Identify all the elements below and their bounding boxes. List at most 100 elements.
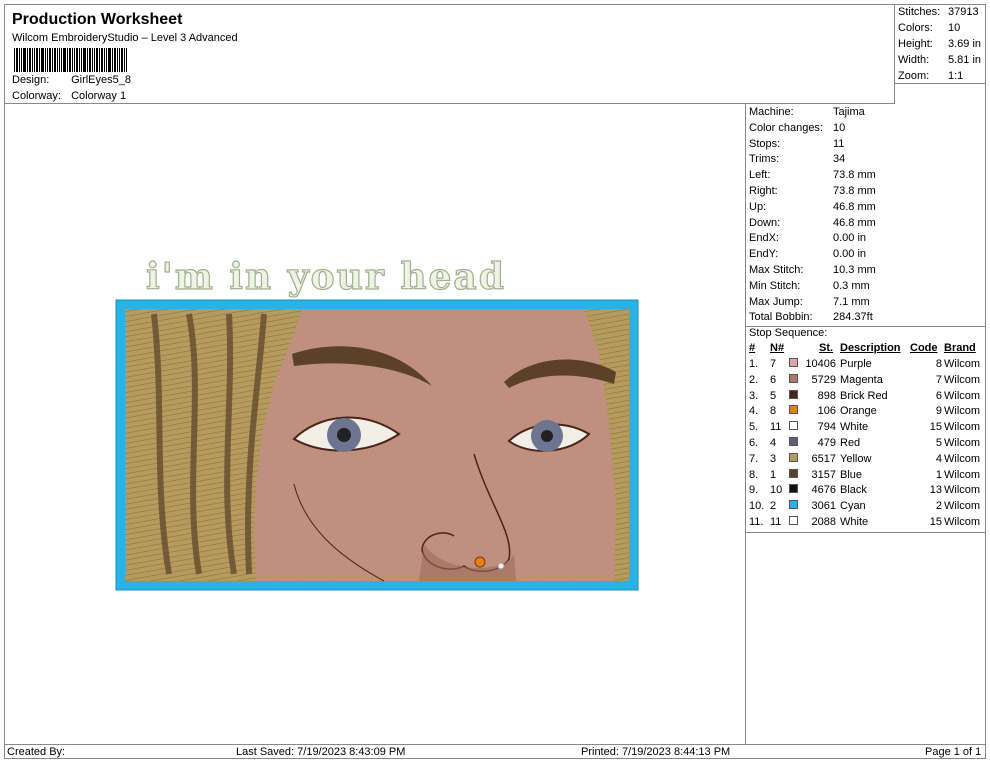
seq-code: 6 (935, 389, 942, 402)
seq-st: 106 (817, 405, 836, 418)
info-value: 0.00 in (833, 248, 867, 261)
seq-idx: 3. (749, 389, 759, 402)
seq-desc: Purple (840, 358, 872, 370)
info-row: Right: 73.8 mm (749, 185, 876, 197)
seq-st: 4676 (811, 484, 836, 497)
seq-idx: 2. (749, 373, 759, 386)
colorway-label: Colorway: (12, 90, 61, 102)
seq-idx: 11. (749, 516, 764, 528)
info-value: Tajima (833, 106, 865, 118)
info-label: Min Stitch: (749, 279, 801, 292)
seq-st: 794 (817, 421, 836, 434)
seq-desc: Brick Red (840, 389, 888, 402)
seq-n: 5 (770, 389, 777, 402)
seq-desc: Blue (840, 468, 863, 481)
stop-sequence-row: 4. 8 106 Orange 9 Wilcom (746, 405, 986, 421)
info-row: Max Stitch: 10.3 mm (749, 264, 876, 276)
seq-st: 6517 (811, 452, 836, 465)
seq-code: 5 (935, 437, 942, 449)
design-row: Design: GirlEyes5_8 (12, 74, 131, 86)
info-label: Up: (749, 200, 767, 213)
info-row: Total Bobbin: 284.37ft (749, 311, 873, 323)
seq-st: 898 (817, 389, 836, 402)
created-by: Created By: (7, 746, 66, 758)
barcode (14, 48, 174, 72)
info-row: Left: 73.8 mm (749, 169, 876, 182)
seq-code: 9 (935, 405, 942, 418)
colorway-value: Colorway 1 (71, 90, 127, 102)
seq-n: 3 (770, 452, 777, 465)
info-value: 10.3 mm (833, 264, 876, 276)
color-swatch (789, 437, 798, 446)
seq-idx: 8. (749, 468, 759, 481)
seq-idx: 4. (749, 405, 759, 418)
stop-sequence-row: 11. 11 2088 White 15 Wilcom (746, 516, 986, 532)
seq-idx: 6. (749, 437, 759, 449)
colorway-row: Colorway: Colorway 1 (12, 90, 126, 102)
last-saved: Last Saved: 7/19/2023 8:43:09 PM (236, 746, 406, 758)
info-value: 11 (833, 137, 845, 150)
stat-stitches: Stitches: 37913 (898, 6, 979, 18)
color-swatch (789, 421, 798, 431)
seq-brand: Wilcom (944, 500, 981, 513)
stat-height: Height: 3.69 in (898, 38, 982, 50)
info-row: EndY: 0.00 in (749, 248, 866, 261)
stop-sequence-row: 9. 10 4676 Black 13 Wilcom (746, 484, 986, 500)
stat-width: Width: 5.81 in (898, 54, 982, 66)
seq-desc: Magenta (840, 373, 883, 386)
info-label: Right: (749, 185, 778, 197)
seq-code: 7 (935, 373, 942, 386)
info-value: 7.1 mm (833, 295, 870, 308)
color-swatch (789, 500, 798, 510)
info-label: Max Stitch: (749, 264, 804, 276)
seq-code: 15 (929, 421, 942, 434)
info-row: Trims: 34 (749, 153, 845, 165)
info-label: Color changes: (749, 121, 823, 134)
stop-sequence-row: 10. 2 3061 Cyan 2 Wilcom (746, 500, 986, 516)
seq-brand: Wilcom (944, 452, 981, 465)
info-row: Min Stitch: 0.3 mm (749, 279, 870, 292)
seq-desc: Orange (840, 405, 877, 418)
stop-sequence-row: 8. 1 3157 Blue 1 Wilcom (746, 468, 986, 485)
stat-colors: Colors: 10 (898, 22, 961, 34)
seq-n: 11 (770, 421, 782, 434)
printed-date: Printed: 7/19/2023 8:44:13 PM (581, 746, 731, 758)
seq-brand: Wilcom (944, 437, 981, 449)
seq-n: 2 (770, 500, 777, 513)
nose-ring (474, 556, 486, 568)
software-name: Wilcom EmbroideryStudio – Level 3 Advanc… (12, 32, 238, 44)
stop-sequence-row: 7. 3 6517 Yellow 4 Wilcom (746, 452, 986, 469)
stop-sequence-row: 1. 7 10406 Purple 8 Wilcom (746, 358, 986, 374)
seq-st: 5729 (811, 373, 836, 386)
info-label: Down: (749, 216, 781, 229)
page-title: Production Worksheet (12, 11, 183, 28)
info-label: Left: (749, 169, 771, 182)
color-swatch (789, 373, 798, 383)
seq-n: 11 (770, 516, 782, 528)
seq-code: 8 (935, 358, 942, 370)
seq-desc: Cyan (840, 500, 866, 513)
info-label: EndY: (749, 248, 779, 261)
info-label: Max Jump: (749, 295, 803, 308)
seq-idx: 1. (749, 358, 759, 370)
stop-sequence-header: # N# St. Description Code Brand (749, 342, 976, 354)
seq-brand: Wilcom (944, 358, 981, 370)
seq-desc: White (840, 516, 869, 528)
info-row: Machine: Tajima (749, 106, 865, 118)
seq-desc: White (840, 421, 869, 434)
seq-idx: 7. (749, 452, 759, 465)
seq-st: 10406 (805, 358, 836, 370)
seq-n: 4 (770, 437, 777, 449)
seq-brand: Wilcom (944, 405, 981, 418)
stop-sequence-title: Stop Sequence: (749, 327, 828, 339)
seq-brand: Wilcom (944, 373, 981, 386)
info-label: Machine: (749, 106, 794, 118)
info-value: 10 (833, 121, 846, 134)
seq-brand: Wilcom (944, 389, 981, 402)
info-value: 0.00 in (833, 232, 867, 245)
design-label: Design: (12, 74, 50, 86)
info-row: Down: 46.8 mm (749, 216, 876, 229)
seq-brand: Wilcom (944, 484, 981, 497)
seq-n: 10 (770, 484, 783, 497)
seq-idx: 10. (749, 500, 765, 513)
